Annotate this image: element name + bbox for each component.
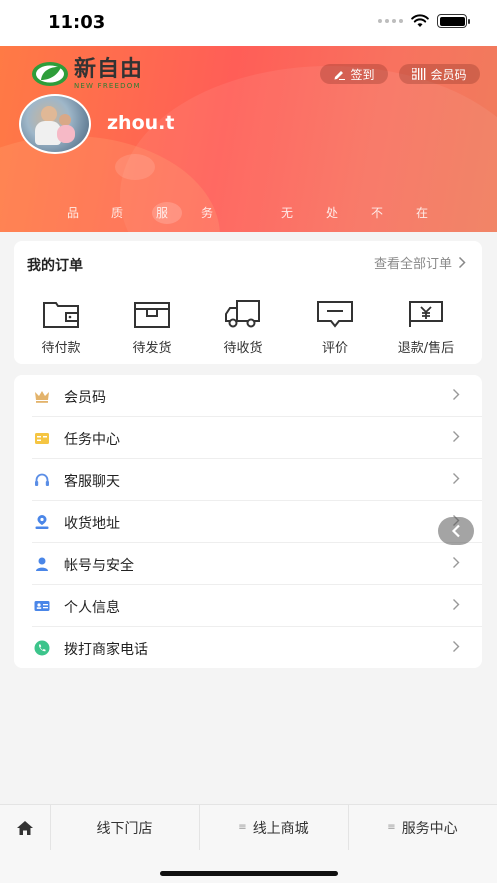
chevron-right-icon — [453, 599, 460, 610]
chevron-right-icon — [453, 389, 460, 400]
profile-header: 新自由 NEW FREEDOM 签到 会员码 zhou.t 品 质 服 务 无 … — [0, 46, 497, 232]
slogan-char: 服 — [156, 206, 169, 220]
member-code-label: 会员码 — [430, 67, 467, 82]
menu-item-label: 任务中心 — [64, 432, 120, 448]
menu-item-label: 个人信息 — [64, 600, 120, 616]
phone-icon — [34, 640, 50, 656]
barcode-icon — [412, 68, 426, 80]
chevron-right-icon — [453, 431, 460, 442]
bottom-nav: 线下门店 ≡ 线上商城 ≡ 服务中心 — [0, 804, 497, 883]
menu-item-label: 会员码 — [64, 390, 106, 406]
pencil-icon — [334, 70, 346, 80]
menu-lines-icon: ≡ — [387, 822, 396, 833]
order-pending-receipt[interactable]: 待收货 — [205, 297, 281, 356]
battery-icon — [437, 14, 470, 28]
menu-item-label: 拨打商家电话 — [64, 642, 148, 658]
member-code-button[interactable]: 会员码 — [399, 64, 480, 84]
tab-service-center[interactable]: ≡ 服务中心 — [348, 805, 497, 850]
tab-label: 线下门店 — [96, 820, 153, 837]
order-label: 待发货 — [132, 341, 172, 356]
order-pending-payment[interactable]: 待付款 — [23, 297, 99, 356]
task-icon — [35, 433, 49, 444]
menu-item-label: 客服聊天 — [64, 474, 120, 490]
menu-item-task-center[interactable]: 任务中心 — [32, 417, 482, 459]
status-time: 11:03 — [48, 12, 106, 33]
chevron-left-icon — [451, 524, 460, 538]
slogan-char: 在 — [416, 206, 429, 220]
view-all-orders-label: 查看全部订单 — [373, 257, 452, 272]
wifi-icon — [411, 14, 429, 27]
order-label: 评价 — [321, 341, 348, 356]
leaf-logo-icon — [32, 62, 68, 86]
crown-icon — [35, 391, 49, 403]
tab-offline-store[interactable]: 线下门店 — [50, 805, 199, 850]
menu-item-personal-info[interactable]: 个人信息 — [32, 585, 482, 627]
slogan-char: 无 — [281, 206, 294, 220]
home-tab[interactable] — [0, 805, 50, 850]
slogan-char: 品 — [67, 206, 80, 220]
orders-title: 我的订单 — [27, 258, 83, 274]
view-all-orders-link[interactable]: 查看全部订单 — [374, 253, 466, 272]
slogan-char: 务 — [201, 206, 214, 220]
chevron-right-icon — [458, 256, 466, 269]
sign-in-label: 签到 — [350, 67, 375, 82]
user-shield-icon — [36, 557, 48, 571]
chevron-right-icon — [453, 473, 460, 484]
order-label: 待付款 — [41, 341, 81, 356]
wallet-icon — [43, 302, 79, 328]
avatar[interactable] — [19, 94, 91, 154]
menu-item-label: 收货地址 — [64, 516, 120, 532]
comment-icon — [317, 301, 353, 328]
username: zhou.t — [107, 112, 175, 134]
status-bar: 11:03 — [0, 0, 497, 46]
chevron-right-icon — [453, 557, 460, 568]
menu-item-customer-service[interactable]: 客服聊天 — [32, 459, 482, 501]
orders-card: 我的订单 查看全部订单 待付款 待发货 待收货 评价 退款/售后 — [14, 241, 482, 364]
box-icon — [134, 302, 170, 328]
chevron-right-icon — [453, 641, 460, 652]
floating-back-button[interactable] — [438, 517, 474, 545]
menu-item-label: 帐号与安全 — [64, 558, 134, 574]
headset-icon — [35, 473, 49, 486]
slogan-char: 处 — [326, 206, 339, 220]
order-review[interactable]: 评价 — [297, 297, 373, 356]
order-refund[interactable]: 退款/售后 — [388, 297, 464, 356]
order-label: 待收货 — [223, 341, 263, 356]
menu-lines-icon: ≡ — [238, 822, 247, 833]
truck-icon — [225, 300, 260, 328]
menu-item-account-security[interactable]: 帐号与安全 — [32, 543, 482, 585]
tab-online-mall[interactable]: ≡ 线上商城 — [199, 805, 348, 850]
tab-label: 线上商城 — [252, 820, 309, 837]
brand-logo: 新自由 NEW FREEDOM — [30, 58, 143, 90]
id-card-icon — [34, 601, 50, 611]
menu-item-call-merchant[interactable]: 拨打商家电话 — [32, 627, 482, 669]
signal-icon — [378, 19, 403, 23]
home-indicator — [160, 871, 338, 876]
status-icons — [378, 14, 470, 28]
order-label: 退款/售后 — [397, 341, 455, 356]
tab-label: 服务中心 — [401, 820, 458, 837]
slogan-char: 质 — [111, 206, 124, 220]
location-icon — [35, 515, 49, 529]
refund-icon — [409, 301, 443, 327]
slogan-char: 不 — [371, 206, 384, 220]
menu-item-shipping-address[interactable]: 收货地址 — [32, 501, 482, 543]
brand-name-cn: 新自由 — [74, 57, 144, 82]
settings-menu-card: 会员码 任务中心 客服聊天 收货地址 帐号与安全 个人信息 拨打商家电话 — [14, 375, 482, 668]
order-pending-shipment[interactable]: 待发货 — [114, 297, 190, 356]
sign-in-button[interactable]: 签到 — [320, 64, 388, 84]
menu-item-member-code[interactable]: 会员码 — [32, 375, 482, 417]
home-icon — [17, 820, 33, 835]
slogan: 品 质 服 务 无 处 不 在 — [0, 204, 497, 220]
brand-name-en: NEW FREEDOM — [74, 82, 141, 90]
